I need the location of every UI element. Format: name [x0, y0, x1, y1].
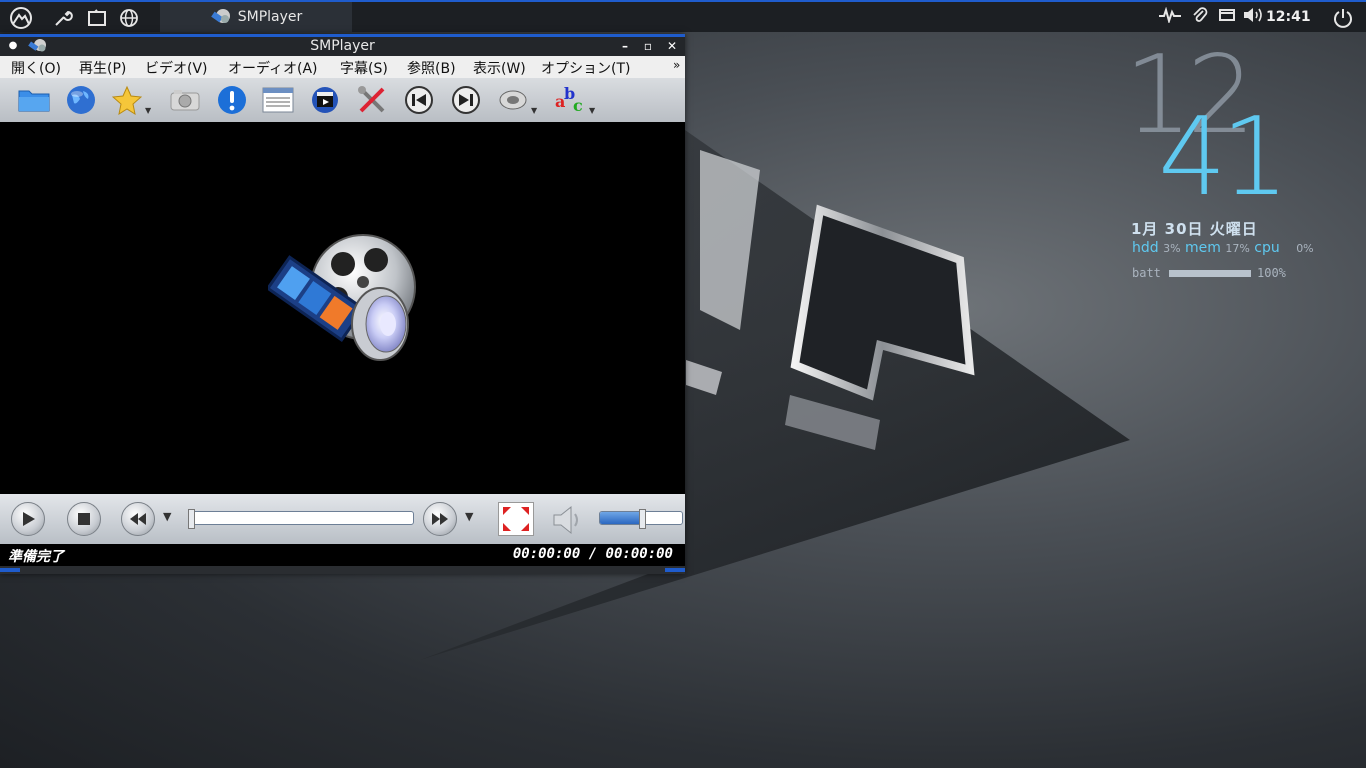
forward-icon — [432, 513, 448, 525]
fullscreen-icon — [503, 507, 529, 531]
app-menu-icon[interactable] — [8, 6, 34, 30]
maximize-button[interactable]: ▫ — [641, 39, 655, 53]
smplayer-window: ● SMPlayer – ▫ ✕ 開く(O) 再生(P) ビデオ(V) オーディ… — [0, 34, 685, 574]
cpu-label: cpu — [1254, 240, 1280, 256]
info-exclamation-icon[interactable] — [215, 83, 249, 117]
taskbar-item-smplayer[interactable]: SMPlayer — [160, 2, 352, 32]
close-button[interactable]: ✕ — [665, 39, 679, 53]
menu-options[interactable]: オプション(T) — [541, 58, 630, 78]
stop-icon — [78, 513, 90, 525]
menu-overflow[interactable]: » — [673, 58, 680, 72]
volume-slider[interactable] — [599, 509, 683, 529]
top-panel: SMPlayer 12:41 — [0, 0, 1366, 32]
favorites-dropdown-icon[interactable]: ▼ — [145, 106, 151, 115]
system-monitor-icon[interactable] — [1158, 6, 1182, 27]
next-track-icon[interactable] — [449, 83, 483, 117]
batt-value: 100% — [1257, 266, 1286, 280]
rewind-icon — [130, 513, 146, 525]
previous-track-icon[interactable] — [402, 83, 436, 117]
smplayer-icon — [210, 9, 230, 23]
screenshot-camera-icon[interactable] — [168, 83, 202, 117]
play-button[interactable] — [11, 502, 45, 536]
volume-handle[interactable] — [639, 509, 646, 529]
favorites-star-icon[interactable] — [110, 83, 144, 117]
video-area[interactable] — [0, 122, 685, 494]
conky-minute: 41 — [1158, 95, 1289, 220]
forward-dropdown-icon[interactable]: ▼ — [465, 510, 473, 523]
conky-system-stats: hdd 3% mem 17% cpu 0% — [1132, 240, 1314, 256]
menu-audio[interactable]: オーディオ(A) — [228, 58, 318, 78]
volume-fill — [600, 512, 641, 524]
speaker-icon — [553, 505, 578, 535]
cpu-value: 0% — [1296, 242, 1314, 255]
stop-button[interactable] — [67, 502, 101, 536]
mem-label: mem — [1185, 240, 1221, 256]
taskbar-item-label: SMPlayer — [237, 9, 303, 25]
playlist-icon[interactable] — [261, 83, 295, 117]
svg-text:c: c — [573, 96, 583, 115]
window-titlebar[interactable]: ● SMPlayer – ▫ ✕ — [0, 34, 685, 56]
menu-subtitles[interactable]: 字幕(S) — [340, 58, 388, 78]
menu-browse[interactable]: 参照(B) — [407, 58, 456, 78]
menu-view[interactable]: 表示(W) — [473, 58, 526, 78]
status-text: 準備完了 — [8, 549, 64, 565]
playback-controls: ▼ ▼ — [0, 494, 685, 544]
window-title: SMPlayer — [310, 38, 375, 54]
volume-icon[interactable] — [1242, 6, 1264, 28]
web-browser-icon[interactable] — [116, 6, 142, 30]
battery-bar — [1169, 270, 1251, 277]
subtitles-abc-icon[interactable]: abc — [553, 83, 587, 117]
system-tray — [1158, 2, 1264, 32]
media-clapper-icon[interactable] — [308, 83, 342, 117]
fullscreen-button[interactable] — [498, 502, 534, 536]
hdd-label: hdd — [1132, 240, 1159, 256]
seek-handle[interactable] — [188, 509, 195, 529]
time-display: 00:00:00 / 00:00:00 — [512, 546, 673, 562]
smplayer-logo-icon — [268, 234, 416, 361]
hdd-value: 3% — [1163, 242, 1181, 255]
mute-button[interactable] — [551, 504, 585, 540]
batt-label: batt — [1132, 266, 1161, 280]
conky-date: 1月 30日 火曜日 — [1131, 220, 1258, 238]
subtitles-dropdown-icon[interactable]: ▼ — [589, 106, 595, 115]
menu-bar: 開く(O) 再生(P) ビデオ(V) オーディオ(A) 字幕(S) 参照(B) … — [0, 56, 685, 78]
settings-wrench-icon[interactable] — [50, 6, 76, 30]
rewind-button[interactable] — [121, 502, 155, 536]
menu-open[interactable]: 開く(O) — [11, 58, 61, 78]
rewind-dropdown-icon[interactable]: ▼ — [163, 510, 171, 523]
play-icon — [23, 512, 35, 526]
open-url-globe-icon[interactable] — [64, 83, 98, 117]
menu-video[interactable]: ビデオ(V) — [145, 58, 208, 78]
panel-clock[interactable]: 12:41 — [1266, 2, 1311, 32]
audio-track-dropdown-icon[interactable]: ▼ — [531, 106, 537, 115]
audio-track-icon[interactable] — [496, 83, 530, 117]
forward-button[interactable] — [423, 502, 457, 536]
preferences-tools-icon[interactable] — [355, 83, 389, 117]
open-folder-icon[interactable] — [17, 83, 51, 117]
paperclip-icon[interactable] — [1192, 6, 1208, 28]
menu-play[interactable]: 再生(P) — [79, 58, 126, 78]
minimize-button[interactable]: – — [618, 39, 632, 53]
file-manager-icon[interactable] — [84, 6, 110, 30]
power-icon[interactable] — [1330, 6, 1356, 30]
main-toolbar: ▼ ▼ abc ▼ — [0, 78, 685, 123]
mem-value: 17% — [1225, 242, 1250, 255]
window-bottom-border — [0, 566, 685, 574]
seek-bar[interactable] — [188, 509, 414, 529]
status-bar: 準備完了 00:00:00 / 00:00:00 — [0, 544, 685, 566]
network-icon[interactable] — [1218, 7, 1236, 27]
